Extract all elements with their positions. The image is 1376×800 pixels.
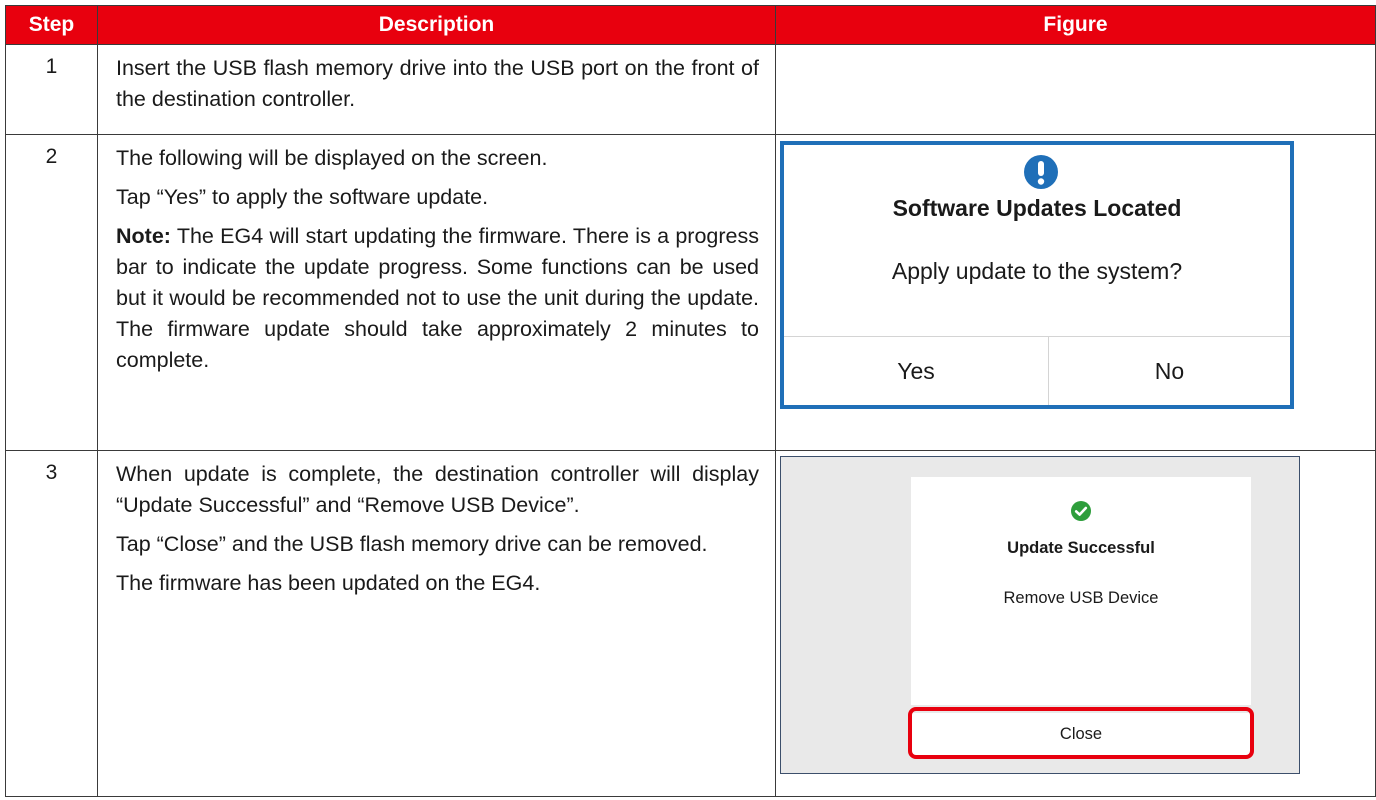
check-circle-icon (1071, 501, 1091, 521)
dialog-message: Apply update to the system? (891, 258, 1183, 284)
exclamation-circle-icon (1024, 155, 1058, 189)
step-number: 1 (5, 44, 98, 135)
figure-column-header: Figure (775, 5, 1376, 45)
note-label: Note: (116, 224, 171, 248)
description-paragraph: Tap “Close” and the USB flash memory dri… (116, 532, 708, 556)
update-successful-dialog: Update Successful Remove USB Device Clos… (780, 456, 1300, 774)
figure-cell (775, 44, 1376, 135)
description-column-header: Description (97, 5, 776, 45)
table-row: 2 The following will be displayed on the… (5, 134, 1376, 451)
figure-cell: Software Updates Located Apply update to… (775, 134, 1376, 451)
dialog-title: Software Updates Located (892, 195, 1182, 221)
close-button[interactable]: Close (911, 713, 1251, 755)
step-description: When update is complete, the destination… (97, 450, 776, 797)
table-row: 3 When update is complete, the destinati… (5, 450, 1376, 797)
software-updates-dialog: Software Updates Located Apply update to… (780, 141, 1294, 409)
dialog-message: Remove USB Device (1003, 589, 1159, 607)
no-button[interactable]: No (1049, 337, 1290, 405)
yes-button[interactable]: Yes (784, 337, 1048, 405)
description-paragraph: Tap “Yes” to apply the software update. (116, 185, 489, 209)
dialog-card: Update Successful Remove USB Device (911, 477, 1251, 705)
dialog-title: Update Successful (1007, 539, 1155, 557)
step-description: The following will be displayed on the s… (97, 134, 776, 451)
step-number: 3 (5, 450, 98, 797)
update-steps-table: Step Description Figure 1 Insert the USB… (5, 5, 1376, 797)
description-paragraph: The following will be displayed on the s… (116, 146, 548, 170)
step-column-header: Step (5, 5, 98, 45)
description-paragraph: When update is complete, the destination… (116, 462, 759, 517)
description-paragraph: The firmware has been updated on the EG4… (116, 571, 541, 595)
description-paragraph: Insert the USB flash memory drive into t… (116, 56, 759, 111)
step-description: Insert the USB flash memory drive into t… (97, 44, 776, 135)
note-paragraph: Note: The EG4 will start updating the fi… (116, 221, 759, 376)
note-text: The EG4 will start updating the firmware… (116, 224, 759, 372)
table-row: 1 Insert the USB flash memory drive into… (5, 44, 1376, 135)
step-number: 2 (5, 134, 98, 451)
table-header-row: Step Description Figure (5, 5, 1376, 45)
figure-cell: Update Successful Remove USB Device Clos… (775, 450, 1376, 797)
